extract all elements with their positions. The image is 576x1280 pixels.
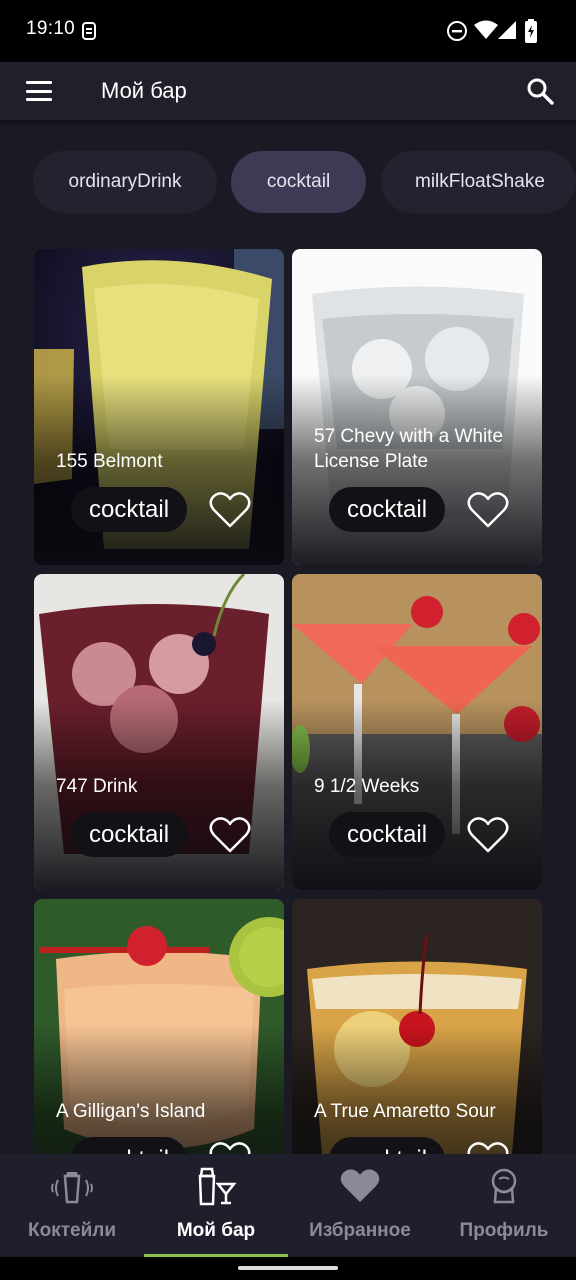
- nav-item-my-bar[interactable]: Мой бар: [144, 1154, 288, 1256]
- status-time: 19:10: [26, 18, 76, 39]
- nav-item-profile[interactable]: Профиль: [432, 1154, 576, 1256]
- drink-name: A Gilligan's Island: [56, 1101, 206, 1122]
- bottom-navigation: Коктейли Мой бар Избранное Профиль: [0, 1154, 576, 1256]
- profile-icon: [491, 1168, 517, 1204]
- filter-chip-ordinary-drink[interactable]: ordinaryDrink: [33, 151, 217, 213]
- drink-card[interactable]: 9 1/2 Weeks cocktail: [292, 574, 542, 890]
- filter-chip-cocktail[interactable]: cocktail: [231, 151, 366, 213]
- menu-icon[interactable]: [26, 81, 52, 101]
- nav-label: Мой бар: [176, 1220, 256, 1241]
- drink-card[interactable]: 155 Belmont cocktail: [34, 249, 284, 565]
- bar-glasses-icon: [198, 1167, 237, 1206]
- heart-outline-icon[interactable]: [208, 815, 252, 855]
- category-filter-chips: ordinaryDrink cocktail milkFloatShake: [0, 151, 576, 213]
- drink-name: 57 Chevy with a White License Plate: [314, 426, 504, 472]
- drink-name: 9 1/2 Weeks: [314, 776, 420, 797]
- nav-label: Избранное: [309, 1220, 411, 1241]
- heart-outline-icon[interactable]: [466, 490, 510, 530]
- category-badge: cocktail: [329, 487, 446, 532]
- nav-label: Профиль: [459, 1220, 549, 1241]
- sim-card-icon: [82, 22, 96, 40]
- filter-chip-milk-float-shake[interactable]: milkFloatShake: [381, 151, 576, 213]
- chip-label: ordinaryDrink: [68, 171, 182, 192]
- system-navigation-bar: [0, 1257, 576, 1280]
- wifi-icon: [474, 20, 498, 39]
- drink-card[interactable]: 747 Drink cocktail: [34, 574, 284, 890]
- drink-name: A True Amaretto Sour: [314, 1101, 496, 1122]
- drink-card[interactable]: 57 Chevy with a White License Plate cock…: [292, 249, 542, 565]
- nav-item-favorites[interactable]: Избранное: [288, 1154, 432, 1256]
- home-gesture-handle[interactable]: [238, 1266, 338, 1270]
- cellular-signal-icon: [498, 21, 516, 39]
- app-bar: Мой бар: [0, 62, 576, 120]
- category-badge: cocktail: [71, 812, 188, 857]
- chip-label: milkFloatShake: [415, 171, 545, 192]
- category-badge: cocktail: [71, 487, 188, 532]
- status-bar: 19:10: [0, 0, 576, 62]
- drink-name: 747 Drink: [56, 776, 138, 797]
- heart-icon: [340, 1169, 380, 1202]
- drink-name: 155 Belmont: [56, 451, 163, 472]
- do-not-disturb-icon: [447, 21, 467, 41]
- chip-label: cocktail: [266, 171, 331, 192]
- heart-outline-icon[interactable]: [466, 815, 510, 855]
- nav-item-cocktails[interactable]: Коктейли: [0, 1154, 144, 1256]
- battery-charging-icon: [525, 19, 537, 43]
- nav-label: Коктейли: [27, 1220, 116, 1241]
- search-icon[interactable]: [526, 77, 554, 105]
- heart-outline-icon[interactable]: [208, 490, 252, 530]
- shaker-icon: [51, 1172, 93, 1204]
- page-title: Мой бар: [101, 78, 187, 103]
- category-badge: cocktail: [329, 812, 446, 857]
